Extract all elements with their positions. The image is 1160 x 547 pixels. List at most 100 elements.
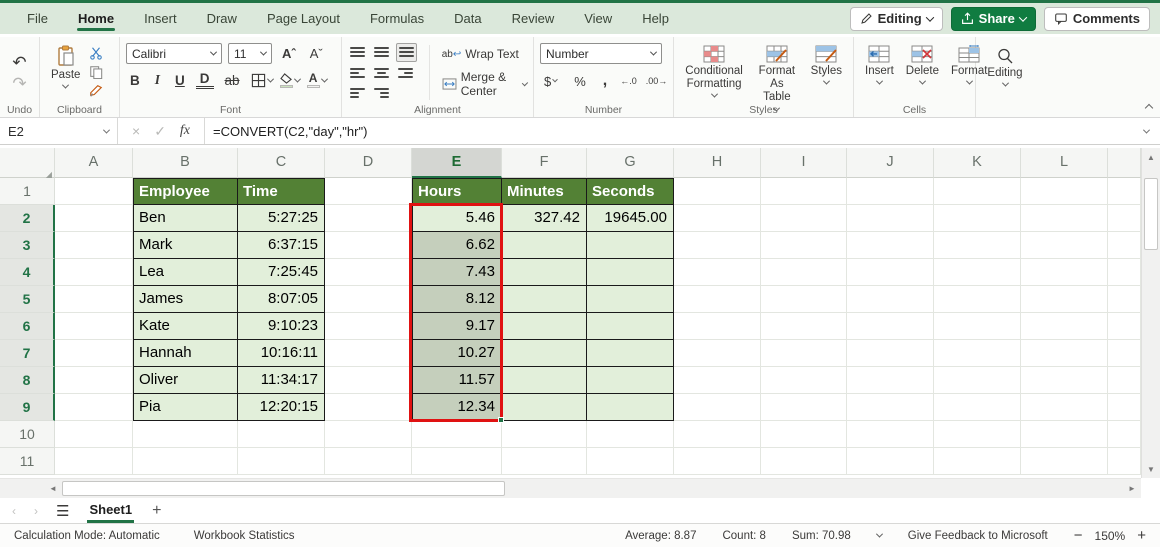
cell-F11[interactable] [502, 448, 587, 475]
increase-indent-button[interactable] [372, 85, 391, 102]
cell-D9[interactable] [325, 394, 412, 421]
cell-E5[interactable]: 8.12 [412, 286, 502, 313]
strikethrough-button[interactable]: ab [221, 73, 244, 88]
tab-help[interactable]: Help [627, 3, 684, 34]
cell-K1[interactable] [934, 178, 1021, 205]
cell-D4[interactable] [325, 259, 412, 286]
cell-C11[interactable] [238, 448, 325, 475]
cell-B3[interactable]: Mark [133, 232, 238, 259]
column-header-G[interactable]: G [587, 148, 674, 178]
cell-D10[interactable] [325, 421, 412, 448]
cell-E3[interactable]: 6.62 [412, 232, 502, 259]
share-button[interactable]: Share [951, 7, 1036, 31]
format-painter-button[interactable] [89, 84, 103, 98]
column-header-E[interactable]: E [412, 148, 502, 178]
cell-E2[interactable]: 5.46 [412, 205, 502, 232]
cancel-entry-icon[interactable]: × [132, 123, 140, 139]
insert-function-button[interactable]: fx [180, 123, 190, 139]
insert-cells-button[interactable]: Insert [860, 43, 899, 87]
vertical-scrollbar[interactable]: ▲ ▼ [1141, 148, 1160, 478]
cell-I9[interactable] [761, 394, 847, 421]
cell-E6[interactable]: 9.17 [412, 313, 502, 340]
vertical-scroll-thumb[interactable] [1144, 178, 1158, 250]
column-header-H[interactable]: H [674, 148, 761, 178]
prev-sheet-icon[interactable]: ‹ [12, 504, 16, 518]
column-header-J[interactable]: J [847, 148, 934, 178]
cell-J8[interactable] [847, 367, 934, 394]
cell-D8[interactable] [325, 367, 412, 394]
align-right-button[interactable] [396, 65, 415, 82]
cell-C1[interactable]: Time [238, 178, 325, 205]
cell-H8[interactable] [674, 367, 761, 394]
cell-K7[interactable] [934, 340, 1021, 367]
cell-J10[interactable] [847, 421, 934, 448]
expand-formula-bar-icon[interactable] [1142, 126, 1149, 133]
cell-H2[interactable] [674, 205, 761, 232]
cell-I4[interactable] [761, 259, 847, 286]
cell-A9[interactable] [55, 394, 133, 421]
horizontal-scrollbar[interactable]: ◄ ► [0, 478, 1141, 498]
cell-K3[interactable] [934, 232, 1021, 259]
cell-K8[interactable] [934, 367, 1021, 394]
column-header-D[interactable]: D [325, 148, 412, 178]
cell-A6[interactable] [55, 313, 133, 340]
cell-A2[interactable] [55, 205, 133, 232]
paste-button[interactable]: Paste [46, 43, 85, 91]
cell-K5[interactable] [934, 286, 1021, 313]
cell-A4[interactable] [55, 259, 133, 286]
cell-G1[interactable]: Seconds [587, 178, 674, 205]
cell-C2[interactable]: 5:27:25 [238, 205, 325, 232]
cell-B4[interactable]: Lea [133, 259, 238, 286]
cell-A5[interactable] [55, 286, 133, 313]
cell-E11[interactable] [412, 448, 502, 475]
scroll-up-icon[interactable]: ▲ [1142, 148, 1160, 166]
row-header-1[interactable]: 1 [0, 178, 55, 205]
cell-E4[interactable]: 7.43 [412, 259, 502, 286]
align-left-button[interactable] [348, 65, 367, 82]
percent-format-button[interactable]: % [570, 74, 590, 89]
cell-H6[interactable] [674, 313, 761, 340]
conditional-formatting-button[interactable]: Conditional Formatting [680, 43, 748, 100]
cell-G11[interactable] [587, 448, 674, 475]
cell-E7[interactable]: 10.27 [412, 340, 502, 367]
cell-C8[interactable]: 11:34:17 [238, 367, 325, 394]
cell-I8[interactable] [761, 367, 847, 394]
cell-B1[interactable]: Employee [133, 178, 238, 205]
row-header-5[interactable]: 5 [0, 286, 55, 313]
row-header-2[interactable]: 2 [0, 205, 55, 232]
column-header-I[interactable]: I [761, 148, 847, 178]
comments-button[interactable]: Comments [1044, 7, 1150, 31]
cell-L3[interactable] [1021, 232, 1108, 259]
cell-J7[interactable] [847, 340, 934, 367]
undo-button[interactable]: ↶ [12, 54, 26, 71]
font-color-button[interactable]: A [307, 72, 327, 88]
cell-G8[interactable] [587, 367, 674, 394]
row-header-10[interactable]: 10 [0, 421, 55, 448]
formula-input[interactable]: =CONVERT(C2,"day","hr") [205, 118, 1132, 144]
cell-H10[interactable] [674, 421, 761, 448]
cell-K2[interactable] [934, 205, 1021, 232]
font-size-select[interactable]: 11 [228, 43, 272, 64]
cell-C6[interactable]: 9:10:23 [238, 313, 325, 340]
cell-A11[interactable] [55, 448, 133, 475]
cell-L8[interactable] [1021, 367, 1108, 394]
tab-data[interactable]: Data [439, 3, 496, 34]
cell-G6[interactable] [587, 313, 674, 340]
currency-format-button[interactable]: $ [540, 74, 561, 89]
cell-K6[interactable] [934, 313, 1021, 340]
cell-F1[interactable]: Minutes [502, 178, 587, 205]
borders-button[interactable] [251, 73, 273, 88]
cell-L2[interactable] [1021, 205, 1108, 232]
cut-button[interactable] [89, 46, 103, 60]
cell-G10[interactable] [587, 421, 674, 448]
cell-J5[interactable] [847, 286, 934, 313]
column-header-A[interactable]: A [55, 148, 133, 178]
cell-H4[interactable] [674, 259, 761, 286]
tab-insert[interactable]: Insert [129, 3, 192, 34]
calculation-mode[interactable]: Calculation Mode: Automatic [14, 530, 160, 542]
editing-menu-button[interactable]: Editing [982, 45, 1028, 89]
select-all-corner[interactable]: ◢ [0, 148, 55, 178]
decrease-indent-button[interactable] [348, 85, 367, 102]
next-sheet-icon[interactable]: › [34, 504, 38, 518]
align-middle-button[interactable] [372, 44, 391, 61]
